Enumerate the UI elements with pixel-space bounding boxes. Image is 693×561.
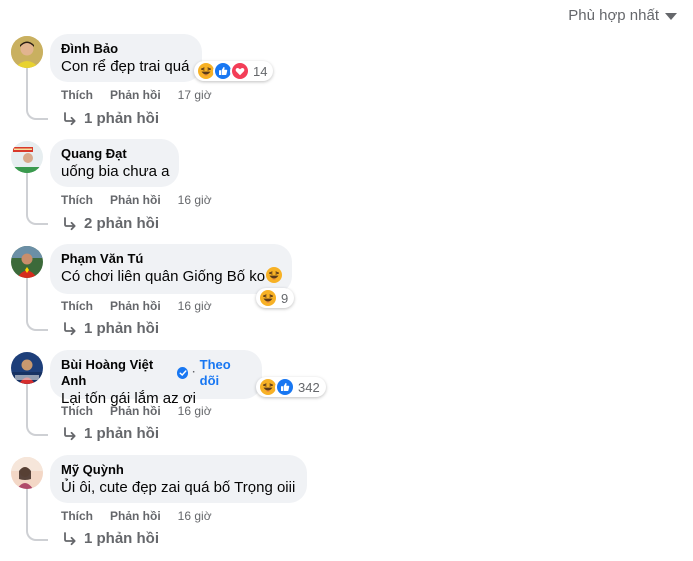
- follow-button[interactable]: Theo dõi: [200, 357, 250, 389]
- thread-elbow: [26, 205, 48, 225]
- reply-action[interactable]: Phản hồi: [110, 192, 161, 208]
- reaction-summary[interactable]: 342: [256, 377, 326, 397]
- comment-bubble: Quang Đạt uống bia chưa a: [50, 139, 179, 187]
- like-action[interactable]: Thích: [61, 298, 93, 314]
- comment-time[interactable]: 16 giờ: [178, 508, 212, 524]
- replies-count: 1 phản hồi: [84, 320, 159, 337]
- reaction-count: 342: [298, 379, 320, 395]
- avatar[interactable]: [11, 36, 43, 68]
- reaction-summary[interactable]: 14: [194, 61, 274, 81]
- view-replies-button[interactable]: 1 phản hồi: [62, 110, 159, 127]
- view-replies-button[interactable]: 2 phản hồi: [62, 215, 159, 232]
- separator-dot: ·: [192, 367, 196, 378]
- like-action[interactable]: Thích: [61, 87, 93, 103]
- like-action[interactable]: Thích: [61, 508, 93, 524]
- comment-author[interactable]: Quang Đạt: [61, 146, 127, 162]
- haha-icon: [258, 288, 277, 308]
- avatar[interactable]: [11, 352, 43, 384]
- comment-text: Ủi ôi, cute đẹp zai quá bố Trọng oiii: [61, 479, 296, 496]
- reply-action[interactable]: Phản hồi: [110, 508, 161, 524]
- comment-time[interactable]: 16 giờ: [178, 298, 212, 314]
- comment-author[interactable]: Bùi Hoàng Việt Anh: [61, 357, 173, 389]
- reply-action[interactable]: Phản hồi: [110, 403, 161, 419]
- comment-bubble: Phạm Văn Tú Có chơi liên quân Giống Bố k…: [50, 244, 292, 294]
- like-action[interactable]: Thích: [61, 403, 93, 419]
- reply-action[interactable]: Phản hồi: [110, 87, 161, 103]
- replies-count: 1 phản hồi: [84, 425, 159, 442]
- avatar[interactable]: [11, 457, 43, 489]
- like-icon: [275, 377, 294, 397]
- reply-arrow-icon: [62, 531, 78, 547]
- comment-time[interactable]: 17 giờ: [178, 87, 212, 103]
- comment-bubble: Bùi Hoàng Việt Anh · Theo dõi Lại tốn gá…: [50, 350, 262, 407]
- comment-author[interactable]: Đình Bảo: [61, 41, 118, 57]
- love-icon: [230, 61, 249, 81]
- comment-bubble: Mỹ Quỳnh Ủi ôi, cute đẹp zai quá bố Trọn…: [50, 455, 307, 503]
- comment-text: Con rể đẹp trai quá: [61, 58, 190, 75]
- comment-bubble: Đình Bảo Con rể đẹp trai quá: [50, 34, 202, 82]
- haha-emoji-icon: [266, 267, 282, 283]
- reply-action[interactable]: Phản hồi: [110, 298, 161, 314]
- sort-dropdown[interactable]: Phù hợp nhất: [568, 7, 677, 24]
- comment-text: uống bia chưa a: [61, 163, 170, 180]
- comment-actions: Thích Phản hồi 17 giờ: [61, 87, 212, 103]
- comment-time[interactable]: 16 giờ: [178, 403, 212, 419]
- reaction-count: 14: [253, 63, 268, 79]
- comment-author[interactable]: Mỹ Quỳnh: [61, 462, 124, 478]
- reply-arrow-icon: [62, 216, 78, 232]
- view-replies-button[interactable]: 1 phản hồi: [62, 425, 159, 442]
- comment-author[interactable]: Phạm Văn Tú: [61, 251, 143, 267]
- comment-actions: Thích Phản hồi 16 giờ: [61, 403, 212, 419]
- view-replies-button[interactable]: 1 phản hồi: [62, 320, 159, 337]
- reply-arrow-icon: [62, 321, 78, 337]
- replies-count: 1 phản hồi: [84, 530, 159, 547]
- thread-elbow: [26, 100, 48, 120]
- reply-arrow-icon: [62, 426, 78, 442]
- sort-label: Phù hợp nhất: [568, 7, 659, 24]
- comment-actions: Thích Phản hồi 16 giờ: [61, 192, 212, 208]
- chevron-down-icon: [665, 13, 677, 20]
- comment-actions: Thích Phản hồi 16 giờ: [61, 508, 212, 524]
- view-replies-button[interactable]: 1 phản hồi: [62, 530, 159, 547]
- comment-time[interactable]: 16 giờ: [178, 192, 212, 208]
- verified-badge-icon: [177, 367, 189, 379]
- thread-elbow: [26, 521, 48, 541]
- thread-elbow: [26, 311, 48, 331]
- reaction-count: 9: [281, 290, 289, 306]
- replies-count: 2 phản hồi: [84, 215, 159, 232]
- comment-text-content: Có chơi liên quân Giống Bố ko: [61, 268, 266, 285]
- comment-text: Có chơi liên quân Giống Bố ko: [61, 267, 280, 287]
- thread-elbow: [26, 416, 48, 436]
- comment-actions: Thích Phản hồi 16 giờ: [61, 298, 212, 314]
- like-action[interactable]: Thích: [61, 192, 93, 208]
- reply-arrow-icon: [62, 111, 78, 127]
- reaction-summary[interactable]: 9: [256, 288, 295, 308]
- replies-count: 1 phản hồi: [84, 110, 159, 127]
- avatar[interactable]: [11, 246, 43, 278]
- avatar[interactable]: [11, 141, 43, 173]
